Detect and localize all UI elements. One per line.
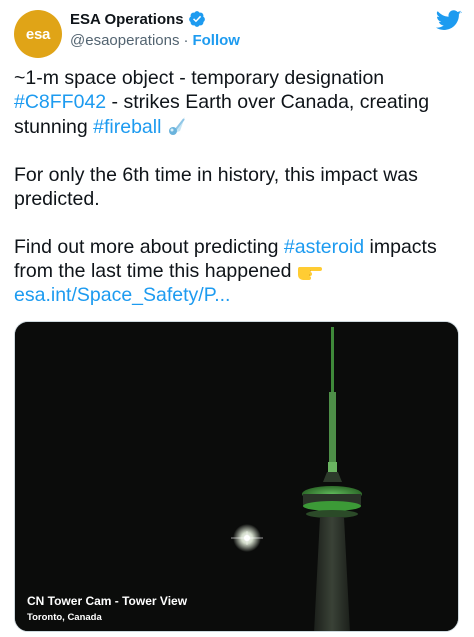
tweet-paragraph-3-line-1: Find out more about predicting #asteroid… <box>14 235 454 259</box>
account-name-row: ESA Operations <box>70 10 206 28</box>
media-video[interactable]: CN Tower Cam - Tower View Toronto, Canad… <box>14 321 459 632</box>
hashtag-fireball[interactable]: #fireball <box>93 116 161 138</box>
account-handle[interactable]: @esaoperations <box>70 32 179 49</box>
tweet-text: ~1-m space object - temporary designatio… <box>14 66 454 307</box>
avatar-text: esa <box>25 25 51 43</box>
tweet-link-line: esa.int/Space_Safety/P... <box>14 283 454 307</box>
article-link[interactable]: esa.int/Space_Safety/P... <box>14 284 230 306</box>
pointing-hand-emoji-icon <box>297 267 322 280</box>
tweet-card: esa ESA Operations @esaoperations · Foll… <box>0 0 474 637</box>
tweet-line-3: stunning #fireball <box>14 114 454 139</box>
twitter-bird-icon[interactable] <box>436 10 462 32</box>
cn-tower-night-image <box>15 322 458 631</box>
tweet-paragraph-2: For only the 6th time in history, this i… <box>14 164 418 210</box>
separator-dot: · <box>183 32 189 49</box>
tweet-text-segment: stunning <box>14 116 94 138</box>
video-caption-location: Toronto, Canada <box>27 612 102 623</box>
verified-badge-icon <box>188 11 205 27</box>
tweet-line-1: ~1-m space object - temporary designatio… <box>14 66 454 90</box>
tweet-line-2: #C8FF042 - strikes Earth over Canada, cr… <box>14 90 454 114</box>
hashtag-designation[interactable]: #C8FF042 <box>14 91 106 113</box>
tweet-text-segment: Find out more about predicting <box>14 236 284 258</box>
tweet-paragraph-3-line-2: from the last time this happened <box>14 259 454 283</box>
hashtag-asteroid[interactable]: #asteroid <box>284 236 364 258</box>
tweet-text-segment: ~1-m space object - temporary designatio… <box>14 67 385 89</box>
tweet-text-segment: impacts <box>364 236 437 258</box>
tweet-text-segment: from the last time this happened <box>14 260 297 282</box>
video-caption-title: CN Tower Cam - Tower View <box>27 594 188 608</box>
handle-row: @esaoperations · Follow <box>70 32 240 49</box>
avatar[interactable]: esa <box>14 10 62 58</box>
account-name[interactable]: ESA Operations <box>70 11 184 28</box>
tweet-text-segment: - strikes Earth over Canada, creating <box>106 91 430 113</box>
follow-button[interactable]: Follow <box>192 32 240 49</box>
comet-emoji-icon <box>168 117 185 135</box>
